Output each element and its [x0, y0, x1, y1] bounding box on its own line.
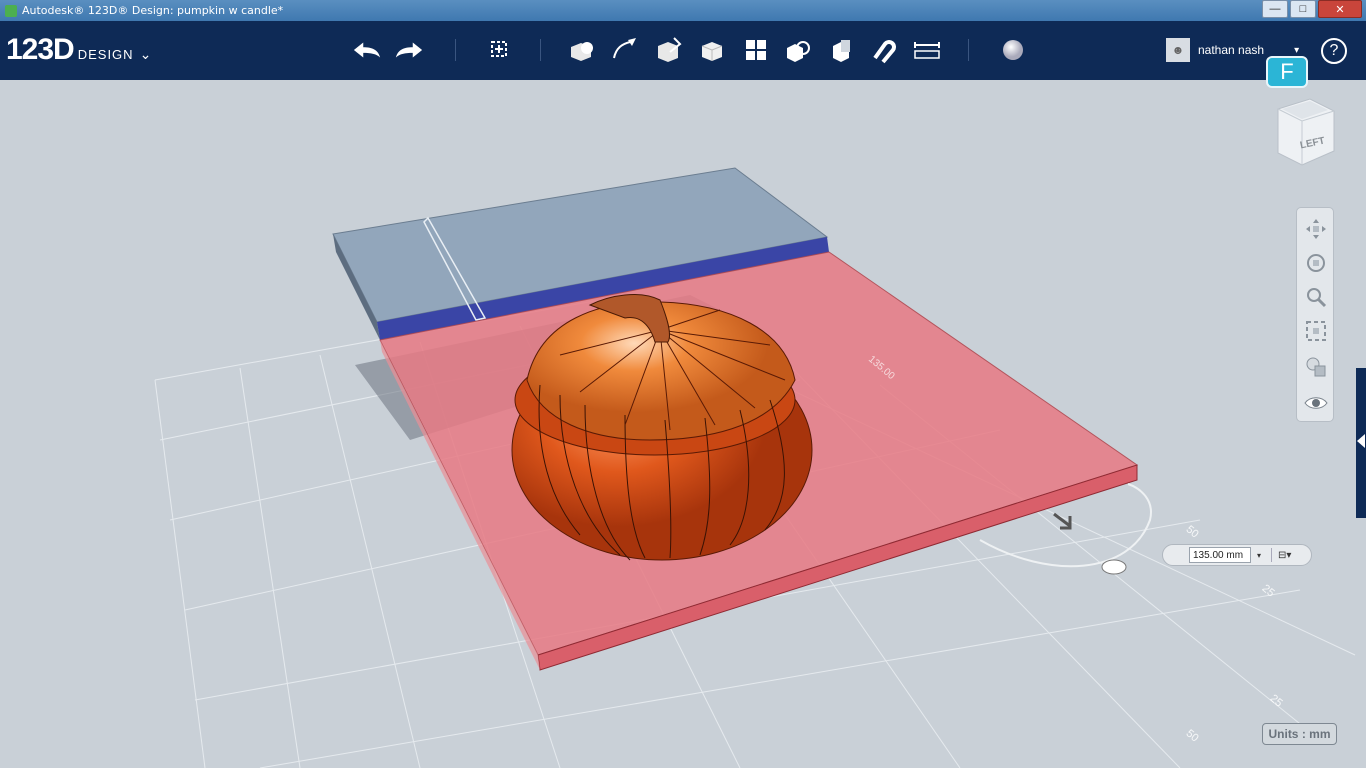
chevron-left-icon: [1357, 434, 1365, 448]
app-icon: [5, 4, 17, 17]
scene-canvas[interactable]: 135.00: [0, 80, 1366, 768]
redo-button[interactable]: [394, 35, 424, 65]
drag-handle[interactable]: [1163, 545, 1189, 565]
avatar: ☻: [1166, 38, 1190, 62]
transform-button[interactable]: [485, 35, 515, 65]
material-button[interactable]: [998, 35, 1028, 65]
orbit-icon: [1307, 254, 1325, 272]
toolbar-separator: [455, 39, 456, 61]
window-title: Autodesk® 123D® Design: pumpkin w candle…: [22, 4, 284, 17]
chevron-down-icon[interactable]: ▾: [1257, 551, 1261, 560]
undo-button[interactable]: [352, 35, 382, 65]
chevron-down-icon: ⌄: [139, 46, 152, 62]
modify-icon: [701, 42, 723, 61]
transform-icon: [491, 41, 507, 57]
sketch-button[interactable]: [610, 35, 640, 65]
modify-button[interactable]: [697, 35, 727, 65]
sketch-icon: [613, 38, 636, 59]
snap-button[interactable]: [868, 35, 898, 65]
viewcube[interactable]: [1272, 95, 1336, 171]
zoom-icon: [1307, 288, 1327, 308]
side-panel-toggle[interactable]: [1356, 368, 1366, 518]
window-controls: — □ ✕: [1262, 0, 1362, 18]
chevron-down-icon: ▾: [1294, 44, 1300, 56]
cube-icon: [1277, 98, 1335, 166]
material-icon: [1003, 40, 1023, 60]
fit-button[interactable]: [1303, 318, 1329, 344]
primitives-icon: [571, 42, 593, 61]
zoom-button[interactable]: [1303, 284, 1329, 310]
pattern-icon: [746, 40, 766, 60]
visibility-button[interactable]: [1303, 390, 1329, 416]
construct-icon: [658, 37, 682, 62]
dimension-field[interactable]: [1189, 547, 1251, 563]
toolbar-separator: [540, 39, 541, 61]
options-icon[interactable]: ⊟▾: [1278, 550, 1291, 561]
pattern-button[interactable]: [741, 35, 771, 65]
brand-label: DESIGN: [77, 47, 134, 62]
user-name: nathan nash: [1198, 43, 1265, 57]
eye-icon: [1304, 397, 1328, 409]
window-title-bar: Autodesk® 123D® Design: pumpkin w candle…: [0, 0, 1366, 21]
measure-icon: [914, 42, 940, 59]
units-button[interactable]: Units : mm: [1262, 723, 1337, 745]
pan-icon: [1306, 219, 1326, 239]
divider: [1271, 548, 1273, 562]
minimize-button[interactable]: —: [1262, 0, 1288, 18]
snap-icon: [873, 40, 896, 64]
close-button[interactable]: ✕: [1318, 0, 1362, 18]
group-button[interactable]: [783, 35, 813, 65]
shading-icon: [1306, 357, 1326, 377]
rotate-handle[interactable]: [1101, 559, 1127, 575]
brand-logo: 123D: [6, 33, 75, 66]
move-arrow-icon[interactable]: [1053, 512, 1072, 530]
group-icon: [787, 41, 810, 62]
primitives-button[interactable]: [567, 35, 597, 65]
redo-icon: [395, 42, 423, 58]
measure-button[interactable]: [912, 35, 942, 65]
shading-button[interactable]: [1303, 354, 1329, 380]
combine-button[interactable]: [826, 35, 856, 65]
fit-icon: [1306, 321, 1326, 341]
main-toolbar: 123D DESIGN ⌄ ☻ nathan nash ▾ ?: [0, 21, 1366, 80]
pumpkin-model[interactable]: [511, 294, 813, 561]
undo-icon: [353, 42, 381, 58]
help-button[interactable]: ?: [1321, 38, 1347, 64]
navigation-bar: [1296, 207, 1334, 422]
construct-button[interactable]: [654, 35, 684, 65]
toolbar-separator: [968, 39, 969, 61]
app-menu-button[interactable]: 123D DESIGN ⌄: [6, 33, 151, 67]
dimension-input-box: ▾ ⊟▾: [1162, 544, 1312, 566]
maximize-button[interactable]: □: [1290, 0, 1316, 18]
pan-button[interactable]: [1303, 216, 1329, 242]
3d-viewport[interactable]: 135.00: [0, 80, 1366, 768]
orbit-button[interactable]: [1303, 250, 1329, 276]
combine-icon: [833, 40, 850, 62]
